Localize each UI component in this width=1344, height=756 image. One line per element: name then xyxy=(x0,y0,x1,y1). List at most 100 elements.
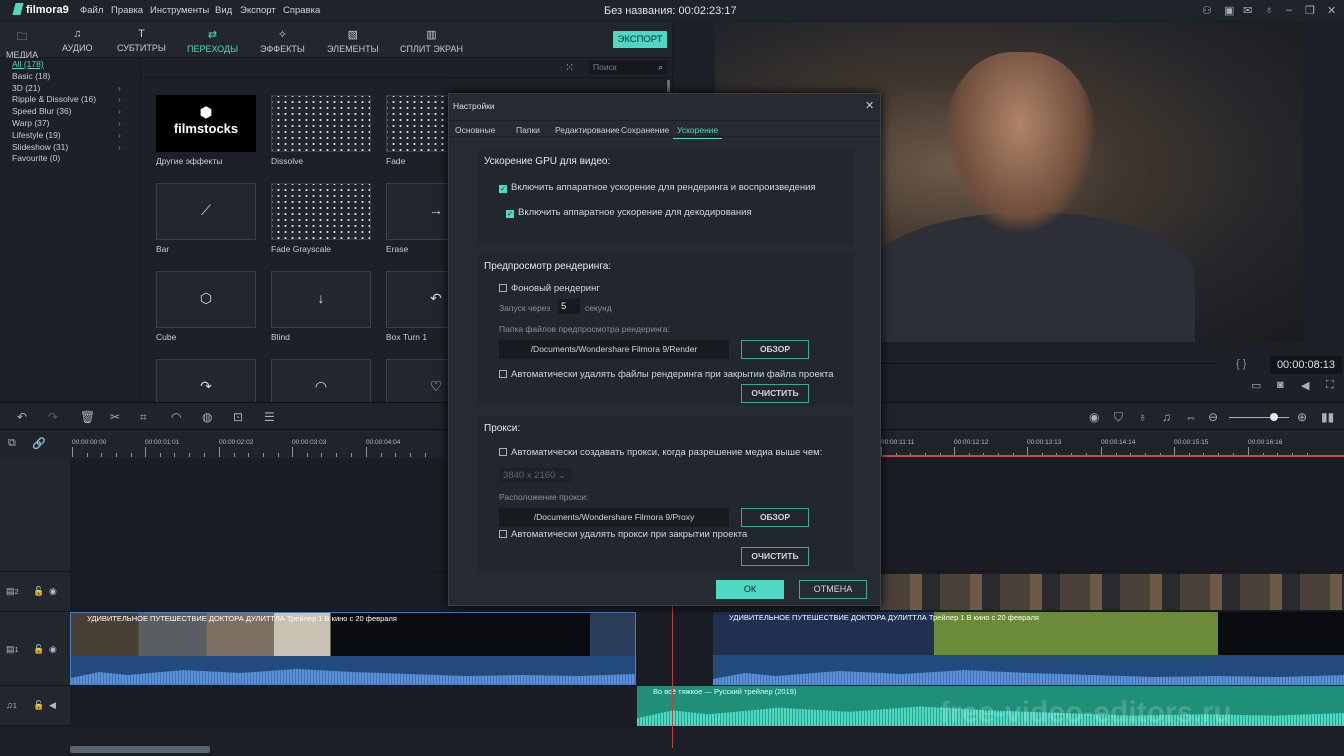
tab-editing[interactable]: Редактирование xyxy=(555,125,620,135)
transition-thumbnail[interactable]: ⟋ xyxy=(156,183,256,240)
category-item[interactable]: Ripple & Dissolve (16) › xyxy=(12,94,132,104)
start-delay-input[interactable]: 5 xyxy=(558,299,580,314)
voiceover-icon[interactable]: ♁ xyxy=(1138,410,1147,424)
render-preview-icon[interactable]: ◉ xyxy=(1089,410,1099,424)
category-item[interactable]: 3D (21) › xyxy=(12,83,132,93)
transition-thumbnail[interactable] xyxy=(271,95,371,152)
speaker-icon[interactable]: ◀ xyxy=(49,700,56,711)
grid-view-icon[interactable]: ⁙ xyxy=(565,61,574,74)
transition-thumbnail[interactable]: ⬢ filmstocks xyxy=(156,95,256,152)
ok-button[interactable]: ОК xyxy=(716,580,784,599)
proxy-folder-input[interactable]: /Documents/Wondershare Filmora 9/Proxy xyxy=(499,508,729,527)
menu-item[interactable]: Вид xyxy=(215,5,232,16)
tab-0[interactable]: 🗀 МЕДИА xyxy=(6,28,38,60)
user-icon[interactable]: ⚇ xyxy=(1202,4,1212,17)
cancel-button[interactable]: ОТМЕНА xyxy=(799,580,867,599)
menu-item[interactable]: Инструменты xyxy=(150,5,209,16)
render-clear-button[interactable]: ОЧИСТИТЬ xyxy=(741,384,809,403)
category-item[interactable]: Lifestyle (19) › xyxy=(12,130,132,140)
tab-acceleration[interactable]: Ускорение xyxy=(673,125,723,139)
video-clip-v1-second[interactable]: УДИВИТЕЛЬНОЕ ПУТЕШЕСТВИЕ ДОКТОРА ДУЛИТТЛ… xyxy=(713,612,1344,685)
category-item[interactable]: Basic (18) xyxy=(12,71,132,81)
category-item[interactable]: Warp (37) › xyxy=(12,118,132,128)
lock-icon[interactable]: 🔓 xyxy=(33,644,44,655)
render-folder-input[interactable]: /Documents/Wondershare Filmora 9/Render xyxy=(499,340,729,359)
panel-toggle-icon[interactable]: ▮▮ xyxy=(1321,410,1334,424)
lock-icon[interactable]: 🔓 xyxy=(33,586,44,597)
audio-track-icon[interactable]: ♫ xyxy=(1162,410,1171,424)
fit-timeline-icon[interactable]: ⇔ xyxy=(1185,410,1197,424)
export-button[interactable]: ЭКСПОРТ xyxy=(613,31,667,48)
audio-mixer-icon[interactable]: ☰ xyxy=(264,410,275,424)
category-item[interactable]: Slideshow (31) › xyxy=(12,142,132,152)
lock-icon[interactable]: 🔓 xyxy=(33,700,44,711)
transition-thumbnail[interactable]: ⬡ xyxy=(156,271,256,328)
tab-5[interactable]: ▧ ЭЛЕМЕНТЫ xyxy=(327,28,379,54)
mic-icon[interactable]: ♁ xyxy=(1265,4,1273,16)
transition-thumbnail[interactable] xyxy=(271,183,371,240)
video-clip-v1[interactable]: УДИВИТЕЛЬНОЕ ПУТЕШЕСТВИЕ ДОКТОРА ДУЛИТТЛ… xyxy=(70,612,636,685)
tab-general[interactable]: Основные xyxy=(455,125,495,135)
category-item[interactable]: Favourite (0) xyxy=(12,153,132,163)
music-icon: ♫ xyxy=(73,28,82,40)
video-clip-v2[interactable] xyxy=(880,574,1344,610)
save-icon[interactable]: ▣ xyxy=(1224,4,1234,17)
proxy-browse-button[interactable]: ОБЗОР xyxy=(741,508,809,527)
menu-item[interactable]: Файл xyxy=(80,5,103,16)
menu-item[interactable]: Справка xyxy=(283,5,320,16)
tab-2[interactable]: T СУБТИТРЫ xyxy=(117,28,166,53)
eye-icon[interactable]: ◉ xyxy=(49,644,57,655)
delete-icon[interactable]: 🗑 xyxy=(80,410,95,424)
auto-proxy-checkbox[interactable]: Автоматически создавать прокси, когда ра… xyxy=(499,447,822,458)
menu-item[interactable]: Экспорт xyxy=(240,5,276,16)
speed-icon[interactable]: ◠ xyxy=(171,410,181,424)
tab-1[interactable]: ♫ АУДИО xyxy=(62,28,93,53)
cut-icon[interactable]: ✂ xyxy=(110,410,120,424)
mark-in-out-icon[interactable]: { } xyxy=(1236,358,1246,370)
mail-icon[interactable]: ✉ xyxy=(1243,4,1252,17)
render-browse-button[interactable]: ОБЗОР xyxy=(741,340,809,359)
menu-item[interactable]: Правка xyxy=(111,5,143,16)
eye-icon[interactable]: ◉ xyxy=(49,586,57,597)
search-input[interactable]: Поиск ⌕ xyxy=(589,61,667,74)
tab-4[interactable]: ✧ ЭФФЕКТЫ xyxy=(260,28,305,54)
timeline-scrollbar[interactable] xyxy=(70,746,210,753)
minimize-icon[interactable]: – xyxy=(1286,4,1292,16)
proxy-clear-button[interactable]: ОЧИСТИТЬ xyxy=(741,547,809,566)
ruler-tick xyxy=(72,447,73,457)
hw-decode-checkbox[interactable]: ✓ Включить аппаратное ускорение для декод… xyxy=(506,207,752,218)
display-settings-icon[interactable]: ▭ xyxy=(1251,379,1261,392)
restore-icon[interactable]: ❐ xyxy=(1305,4,1315,17)
color-icon[interactable]: ◍ xyxy=(202,410,212,424)
crop-icon[interactable]: ⌗ xyxy=(140,410,147,425)
marker-icon[interactable]: ⛉ xyxy=(1114,410,1123,425)
auto-delete-proxy-checkbox[interactable]: Автоматически удалять прокси при закрыти… xyxy=(499,529,747,540)
close-icon[interactable]: ✕ xyxy=(1327,4,1336,17)
grid-scrollbar[interactable] xyxy=(667,80,670,92)
link-icon[interactable]: 🔗 xyxy=(32,437,46,450)
volume-icon[interactable]: ◀ xyxy=(1301,379,1309,392)
zoom-in-icon[interactable]: ⊕ xyxy=(1297,410,1307,424)
category-item[interactable]: All (178) xyxy=(12,59,132,69)
tab-6[interactable]: ▥ СПЛИТ ЭКРАН xyxy=(400,28,463,54)
fullscreen-icon[interactable]: ⛶ xyxy=(1326,379,1334,392)
tab-saving[interactable]: Сохранение xyxy=(621,125,669,135)
tab-folders[interactable]: Папки xyxy=(516,125,540,135)
undo-icon[interactable]: ↶ xyxy=(17,410,27,424)
search-icon[interactable]: ⌕ xyxy=(658,61,663,74)
hw-render-checkbox[interactable]: ✓ Включить аппаратное ускорение для ренде… xyxy=(499,182,816,193)
auto-delete-render-checkbox[interactable]: Автоматически удалять файлы рендеринга п… xyxy=(499,369,834,380)
dialog-close-icon[interactable]: ✕ xyxy=(865,99,874,112)
tab-3[interactable]: ⇄ ПЕРЕХОДЫ xyxy=(187,28,239,60)
category-item[interactable]: Speed Blur (36) › xyxy=(12,106,132,116)
proxy-resolution-select[interactable]: 3840 x 2160 ⌄ xyxy=(499,468,571,483)
add-track-icon[interactable]: ⧉ xyxy=(8,437,16,450)
transition-thumbnail[interactable]: ↓ xyxy=(271,271,371,328)
snapshot-icon[interactable]: ◙ xyxy=(1277,379,1284,391)
zoom-slider[interactable] xyxy=(1229,417,1289,418)
zoom-slider-handle[interactable] xyxy=(1270,413,1278,421)
green-screen-icon[interactable]: ⊡ xyxy=(233,410,243,424)
bg-render-checkbox[interactable]: Фоновый рендеринг xyxy=(499,283,600,294)
zoom-out-icon[interactable]: ⊖ xyxy=(1208,410,1218,424)
redo-icon[interactable]: ↷ xyxy=(48,410,58,424)
